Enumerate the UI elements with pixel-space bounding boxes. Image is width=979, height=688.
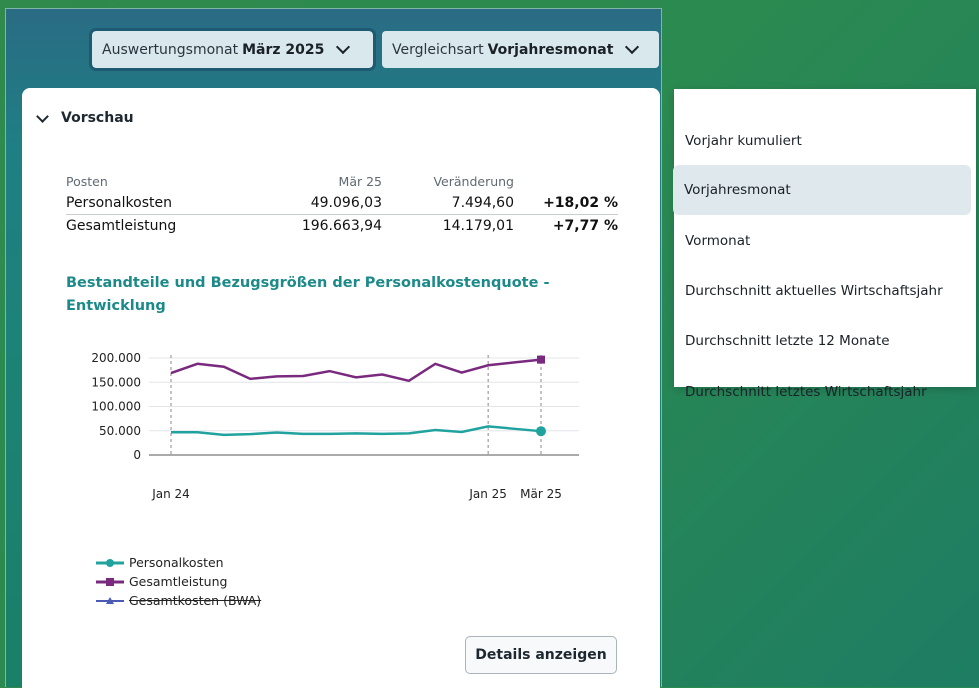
data-point	[536, 426, 546, 437]
option-durchschnitt-letztes-wj[interactable]: Durchschnitt letztes Wirtschaftsjahr	[674, 367, 976, 417]
evaluation-month-select[interactable]: Auswertungsmonat März 2025	[89, 28, 376, 71]
comparison-type-select[interactable]: Vergleichsart Vorjahresmonat	[382, 31, 659, 68]
comparison-type-dropdown: Vorjahr kumuliert Vorjahresmonat Vormona…	[673, 89, 976, 400]
series-line	[170, 358, 542, 383]
column-header-percent	[514, 174, 618, 192]
legend-item-gesamtleistung[interactable]: Gesamtleistung	[95, 572, 261, 591]
preview-heading: Vorschau	[61, 110, 134, 126]
x-tick-label: Jan 24	[151, 487, 190, 501]
option-vormonat[interactable]: Vormonat	[674, 216, 976, 266]
row-name: Gesamtleistung	[66, 218, 177, 234]
y-tick-label: 100.000	[91, 400, 141, 414]
legend-item-personalkosten[interactable]: Personalkosten	[95, 553, 261, 572]
evaluation-month-label: Auswertungsmonat	[102, 41, 239, 58]
chart-title: Bestandteile und Bezugsgrößen der Person…	[66, 275, 550, 314]
column-header-change: Veränderung	[433, 174, 514, 189]
preview-toggle[interactable]: Vorschau	[36, 109, 134, 126]
comparison-type-value: Vorjahresmonat	[487, 41, 614, 58]
legend-label: Gesamtleistung	[129, 574, 228, 589]
option-vorjahresmonat[interactable]: Vorjahresmonat	[673, 165, 971, 215]
legend-label: Gesamtkosten (BWA)	[129, 593, 262, 608]
row-percent: +7,77 %	[552, 218, 618, 234]
row-change: 14.179,01	[442, 218, 514, 234]
row-name: Personalkosten	[66, 192, 216, 215]
option-vorjahr-kumuliert[interactable]: Vorjahr kumuliert	[674, 116, 976, 166]
y-tick-label: 200.000	[91, 351, 141, 365]
row-change: 7.494,60	[382, 192, 514, 215]
y-tick-label: 150.000	[91, 375, 141, 389]
y-tick-label: 0	[133, 448, 141, 462]
chevron-down-icon	[625, 39, 640, 55]
column-header-month: Mär 25	[338, 174, 382, 189]
legend-label: Personalkosten	[129, 555, 224, 570]
chart-legend: Personalkosten Gesamtleistung Gesamtkost…	[95, 553, 261, 610]
x-tick-label: Mär 25	[520, 487, 562, 501]
circle-marker-icon	[96, 558, 124, 567]
y-tick-label: 50.000	[99, 424, 141, 438]
row-percent: +18,02 %	[514, 192, 618, 215]
row-value: 196.663,94	[301, 218, 382, 234]
comparison-type-label: Vergleichsart	[392, 41, 484, 58]
details-button[interactable]: Details anzeigen	[465, 636, 617, 674]
x-tick-label: Jan 25	[468, 487, 507, 501]
evaluation-month-value: März 2025	[242, 41, 325, 58]
square-marker-icon	[96, 577, 124, 586]
preview-table: Posten Mär 25 Veränderung Personalkosten…	[66, 174, 618, 237]
table-row: Gesamtleistung 196.663,94 14.179,01 +7,7…	[66, 215, 618, 238]
chevron-down-icon	[36, 109, 49, 123]
option-durchschnitt-aktuelles-wj[interactable]: Durchschnitt aktuelles Wirtschaftsjahr	[674, 266, 976, 316]
table-row: Personalkosten 49.096,03 7.494,60 +18,02…	[66, 192, 618, 215]
chevron-down-icon	[336, 39, 351, 55]
row-value: 49.096,03	[216, 192, 382, 215]
triangle-marker-icon	[96, 596, 124, 604]
legend-item-gesamtkosten[interactable]: Gesamtkosten (BWA)	[95, 591, 261, 610]
column-header-item: Posten	[66, 174, 108, 189]
option-durchschnitt-letzte-12-monate[interactable]: Durchschnitt letzte 12 Monate	[674, 316, 976, 366]
data-point	[537, 355, 545, 364]
